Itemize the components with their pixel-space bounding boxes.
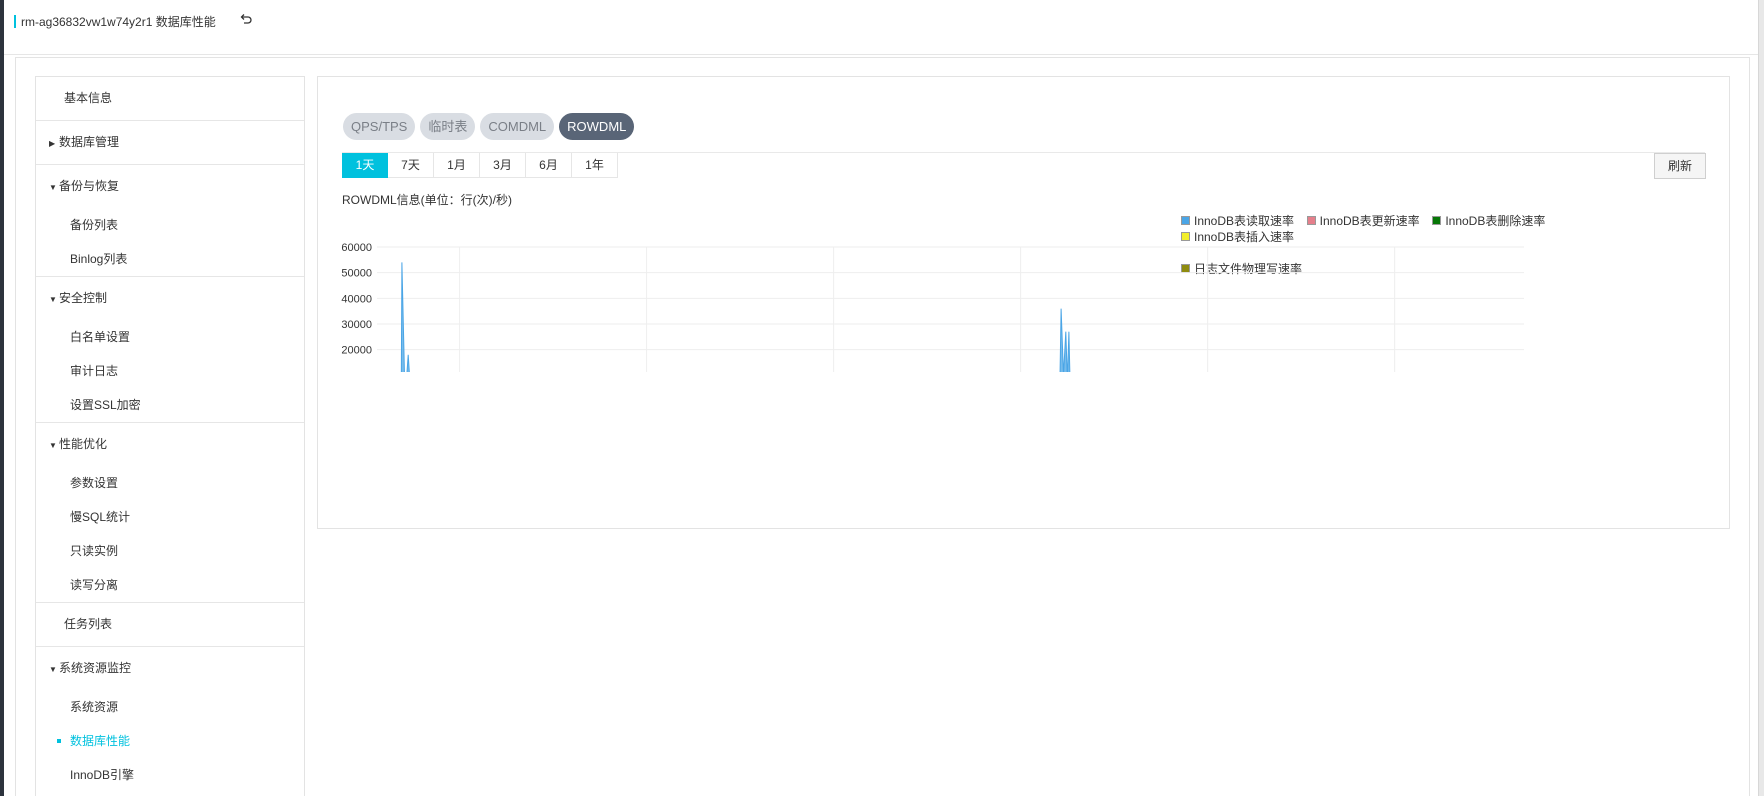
caret-down-icon: ▼ xyxy=(49,183,57,192)
sidebar-group-label: 性能优化 xyxy=(59,437,108,451)
sidebar-group-label: 备份与恢复 xyxy=(59,179,120,193)
sidebar-item-label: 数据库性能 xyxy=(70,734,131,748)
sidebar-item-innodb[interactable]: InnoDB引擎 xyxy=(36,758,304,792)
tab-qps-tps[interactable]: QPS/TPS xyxy=(343,113,416,140)
y-tick-label: 40000 xyxy=(341,293,372,305)
sidebar: 基本信息 ▶ 数据库管理 ▼ 备份与恢复 备份列表 Binlog列表 ▼ 安全控制 白… xyxy=(35,76,305,796)
time-range-bar: 1天 7天 1月 3月 6月 1年 刷新 xyxy=(342,152,1706,179)
y-tick-label: 50000 xyxy=(341,268,372,280)
active-indicator-icon xyxy=(57,739,61,743)
chart-title: ROWDML信息(单位：行(次)/秒) xyxy=(342,193,512,207)
rowdml-chart: 01000020000300004000050000600002020年5月19… xyxy=(341,242,1524,372)
page-header: rm-ag36832vw1w74y2r1 数据库性能 xyxy=(4,0,1758,55)
y-tick-label: 30000 xyxy=(341,319,372,331)
sidebar-item-readonly[interactable]: 只读实例 xyxy=(36,534,304,568)
page-title: rm-ag36832vw1w74y2r1 数据库性能 xyxy=(21,15,216,29)
title-accent-bar xyxy=(14,15,16,28)
sidebar-group-label: 安全控制 xyxy=(59,291,108,305)
sidebar-item-params[interactable]: 参数设置 xyxy=(36,466,304,500)
metric-tabs: QPS/TPS 临时表 COMDML ROWDML xyxy=(343,113,639,140)
legend-label: InnoDB表读取速率 xyxy=(1194,213,1295,228)
sidebar-item-whitelist[interactable]: 白名单设置 xyxy=(36,320,304,354)
range-7-days[interactable]: 7天 xyxy=(388,153,434,178)
sidebar-item-backup-list[interactable]: 备份列表 xyxy=(36,208,304,242)
sidebar-item-slow-sql[interactable]: 慢SQL统计 xyxy=(36,500,304,534)
caret-down-icon: ▼ xyxy=(49,441,57,450)
refresh-button[interactable]: 刷新 xyxy=(1654,153,1706,179)
range-3-months[interactable]: 3月 xyxy=(480,153,526,178)
caret-right-icon: ▶ xyxy=(49,139,56,148)
caret-down-icon: ▼ xyxy=(49,665,57,674)
sidebar-item-basic-info[interactable]: 基本信息 xyxy=(36,77,304,120)
sidebar-item-ssl[interactable]: 设置SSL加密 xyxy=(36,388,304,422)
series-area-innodb-read xyxy=(400,262,1071,372)
sidebar-item-binlog-list[interactable]: Binlog列表 xyxy=(36,242,304,276)
right-scrollbar[interactable] xyxy=(1758,0,1764,796)
y-tick-label: 10000 xyxy=(341,370,372,372)
legend-label: InnoDB表删除速率 xyxy=(1445,213,1546,228)
range-6-months[interactable]: 6月 xyxy=(526,153,572,178)
tab-comdml[interactable]: COMDML xyxy=(480,113,555,140)
sidebar-item-audit-log[interactable]: 审计日志 xyxy=(36,354,304,388)
sidebar-item-rw-split[interactable]: 读写分离 xyxy=(36,568,304,602)
sidebar-item-system-resource[interactable]: 系统资源 xyxy=(36,690,304,724)
sidebar-group-label: 系统资源监控 xyxy=(59,661,132,675)
y-tick-label: 60000 xyxy=(341,242,372,254)
legend-label: InnoDB表更新速率 xyxy=(1319,213,1420,228)
tab-temp-table[interactable]: 临时表 xyxy=(420,113,476,140)
legend-swatch xyxy=(1181,215,1190,225)
range-1-month[interactable]: 1月 xyxy=(434,153,480,178)
sidebar-group-db-manage[interactable]: ▶ 数据库管理 xyxy=(36,121,304,164)
legend-swatch xyxy=(1432,215,1442,225)
tab-rowdml[interactable]: ROWDML xyxy=(559,113,635,140)
sidebar-group-label: 数据库管理 xyxy=(59,135,120,149)
sidebar-group-backup[interactable]: ▼ 备份与恢复 xyxy=(36,165,304,208)
range-1-day[interactable]: 1天 xyxy=(342,153,388,178)
legend-item-delete[interactable]: InnoDB表删除速率 xyxy=(1432,212,1545,228)
caret-down-icon: ▼ xyxy=(49,295,57,304)
sidebar-group-security[interactable]: ▼ 安全控制 xyxy=(36,277,304,320)
performance-panel: QPS/TPS 临时表 COMDML ROWDML 1天 7天 1月 3月 6月… xyxy=(317,76,1730,529)
legend-swatch xyxy=(1306,215,1316,225)
legend-item-update[interactable]: InnoDB表更新速率 xyxy=(1306,212,1420,228)
range-1-year[interactable]: 1年 xyxy=(572,153,618,178)
legend-item-read[interactable]: InnoDB表读取速率 xyxy=(1181,212,1294,228)
sidebar-item-task-list[interactable]: 任务列表 xyxy=(36,603,304,646)
sidebar-group-monitor[interactable]: ▼ 系统资源监控 xyxy=(36,647,304,690)
sidebar-item-db-performance[interactable]: 数据库性能 xyxy=(36,724,304,758)
sidebar-group-performance[interactable]: ▼ 性能优化 xyxy=(36,423,304,466)
undo-icon[interactable] xyxy=(238,12,254,28)
range-tabs: 1天 7天 1月 3月 6月 1年 xyxy=(342,153,618,178)
left-window-edge xyxy=(0,0,4,796)
y-tick-label: 20000 xyxy=(341,345,372,357)
